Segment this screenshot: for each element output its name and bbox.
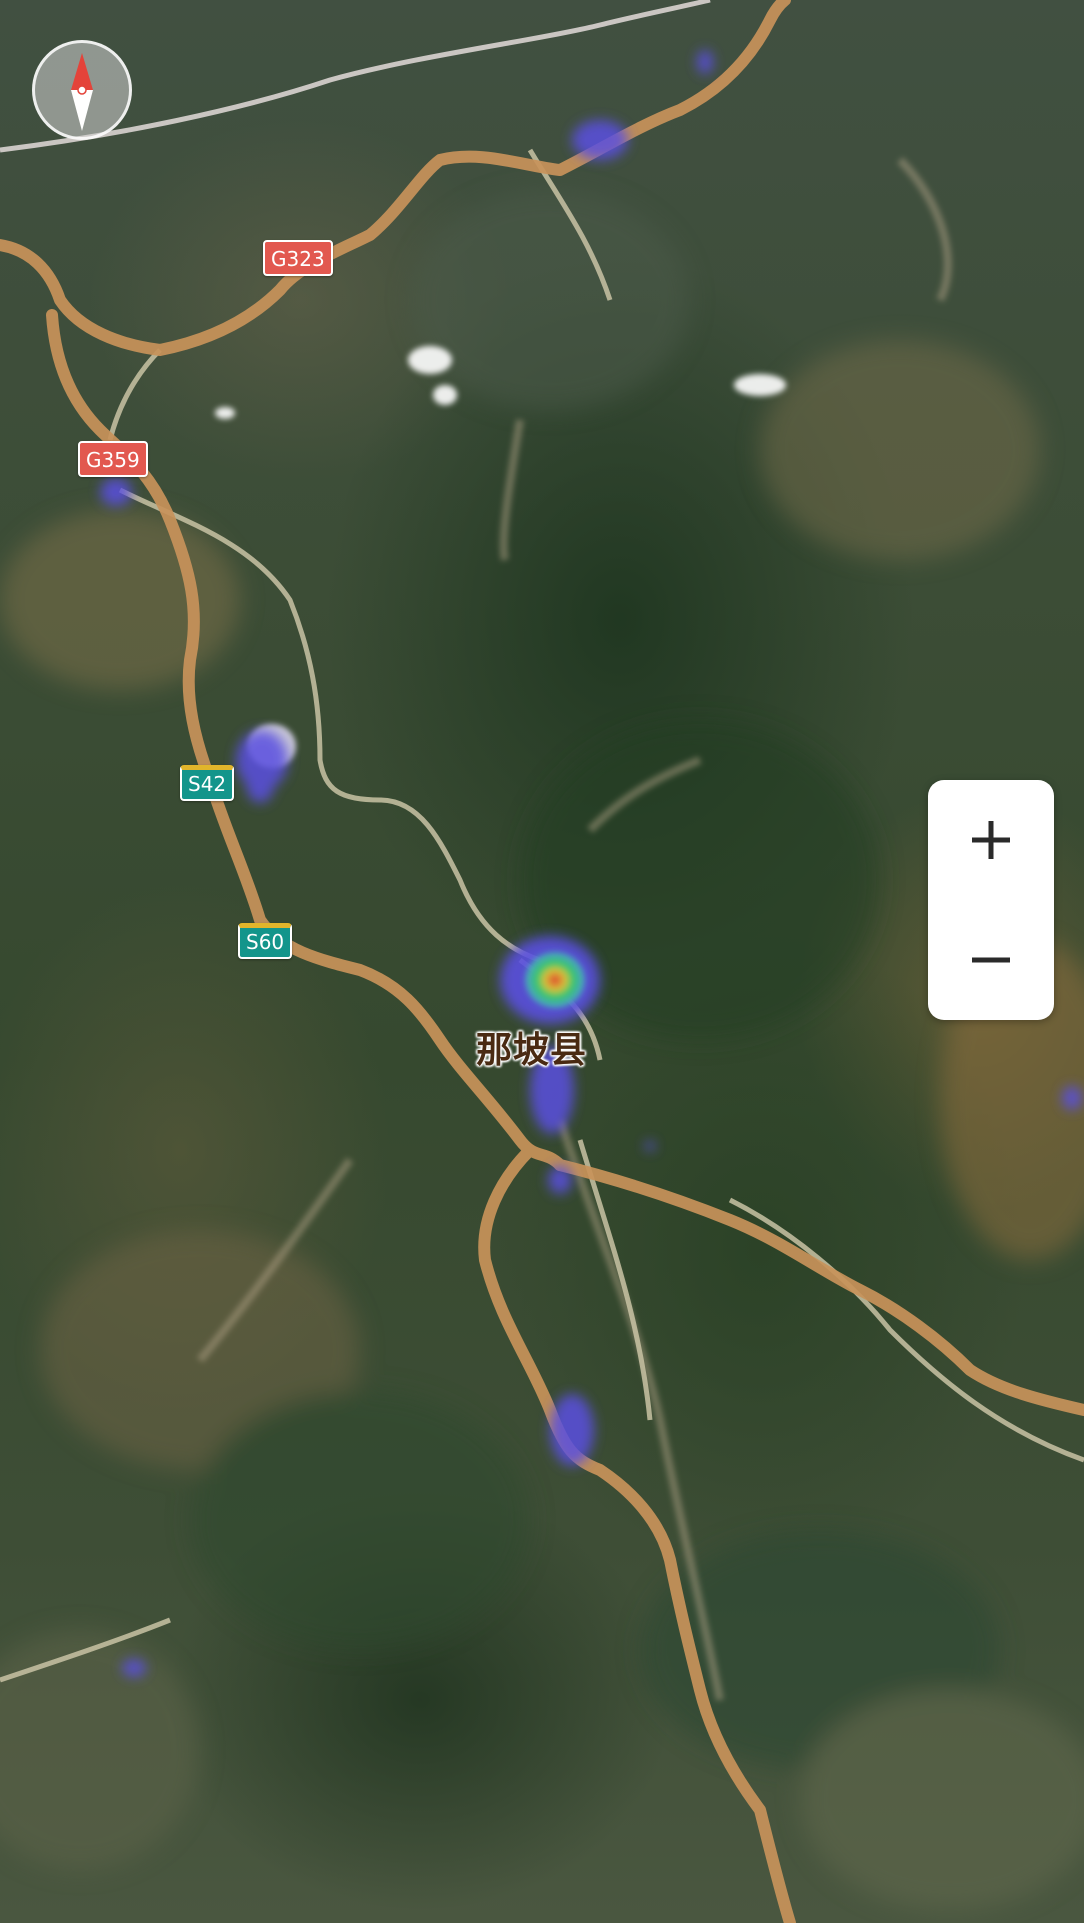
- place-label[interactable]: 那坡县: [476, 1021, 587, 1073]
- zoom-in-button[interactable]: [928, 780, 1054, 900]
- road-shield-s42: S42: [180, 765, 235, 801]
- minus-icon: [972, 957, 1010, 963]
- road-shield-g359: G359: [78, 441, 148, 477]
- satellite-map[interactable]: G323 G359 S42 S60 那坡县: [0, 0, 1084, 1923]
- compass-icon: [71, 53, 93, 131]
- plus-icon: [972, 821, 1010, 859]
- zoom-controls: [928, 780, 1054, 1020]
- road-shield-g323: G323: [263, 240, 333, 276]
- compass-button[interactable]: [32, 40, 132, 140]
- road-shield-s60: S60: [238, 923, 293, 959]
- zoom-out-button[interactable]: [928, 900, 1054, 1020]
- map-layer: [0, 0, 1084, 1923]
